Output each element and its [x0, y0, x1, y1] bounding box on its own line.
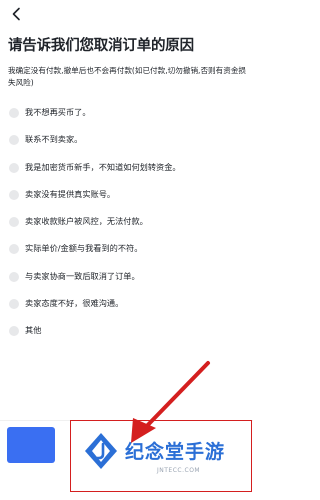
reason-label: 其他 [25, 325, 42, 336]
reason-option[interactable]: 与卖家协商一致后取消了订单。 [0, 263, 253, 290]
radio-unchecked-icon[interactable] [9, 162, 19, 173]
confirm-button[interactable] [7, 427, 55, 463]
reason-label: 联系不到卖家。 [25, 134, 83, 145]
radio-unchecked-icon[interactable] [9, 108, 19, 118]
reason-label: 与卖家协商一致后取消了订单。 [25, 270, 140, 281]
reason-label: 我是加密货币新手，不知道如何划转资金。 [25, 161, 181, 172]
reason-option[interactable]: 我是加密货币新手，不知道如何划转资金。 [0, 154, 253, 181]
reason-label: 实际单价/金额与我看到的不符。 [25, 243, 143, 254]
reason-option[interactable]: 我不想再买币了。 [0, 99, 253, 126]
radio-unchecked-icon[interactable] [9, 217, 19, 228]
page-title: 请告诉我们您取消订单的原因 [8, 38, 194, 54]
reason-option[interactable]: 卖家收款账户被风控，无法付款。 [0, 208, 253, 235]
reason-list: 我不想再买币了。 联系不到卖家。 我是加密货币新手，不知道如何划转资金。 卖家没… [0, 99, 253, 345]
reason-label: 我不想再买币了。 [25, 107, 91, 117]
watermark-url: JNTECC.COM [157, 467, 201, 474]
brand-logo-icon [85, 433, 117, 469]
radio-unchecked-icon[interactable] [9, 326, 19, 337]
reason-label: 卖家收款账户被风控，无法付款。 [25, 216, 148, 227]
reason-option[interactable]: 其他 [0, 317, 253, 344]
reason-option[interactable]: 卖家态度不好，很难沟通。 [0, 290, 253, 317]
reason-label: 卖家态度不好，很难沟通。 [25, 298, 124, 309]
radio-unchecked-icon[interactable] [9, 135, 19, 146]
payment-notice: 我确定没有付款,撤单后也不会再付款(如已付款,切勿撤销,否则有资金损失风险) [8, 66, 247, 87]
reason-option[interactable]: 联系不到卖家。 [0, 126, 253, 153]
chevron-left-icon [12, 7, 20, 21]
reason-option[interactable]: 卖家没有提供真实账号。 [0, 181, 253, 208]
watermark-brand: 纪念堂手游 [125, 441, 226, 463]
reason-label: 卖家没有提供真实账号。 [25, 188, 116, 199]
radio-unchecked-icon[interactable] [9, 189, 19, 200]
radio-unchecked-icon[interactable] [9, 271, 19, 282]
radio-unchecked-icon[interactable] [9, 299, 19, 310]
reason-option[interactable]: 实际单价/金额与我看到的不符。 [0, 235, 253, 262]
site-watermark: 纪念堂手游 JNTECC.COM [70, 420, 252, 492]
radio-unchecked-icon[interactable] [9, 244, 19, 255]
back-button[interactable] [7, 4, 27, 24]
top-bar [0, 0, 253, 30]
